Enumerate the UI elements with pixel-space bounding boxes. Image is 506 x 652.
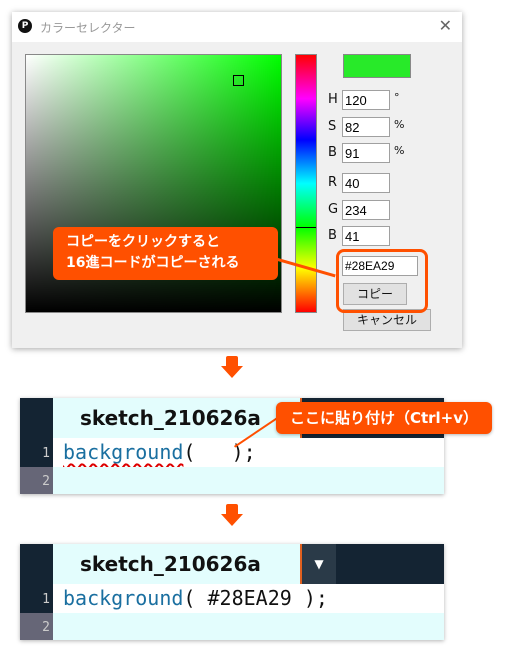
code-function: background <box>63 440 184 464</box>
hue-slider[interactable] <box>295 54 317 313</box>
code-line[interactable]: background( #28EA29 ); <box>53 584 444 613</box>
hue-input[interactable] <box>342 90 390 110</box>
code-args: ( #28EA29 ); <box>183 586 328 610</box>
hue-label: H <box>328 92 338 107</box>
line-number: 2 <box>42 474 50 489</box>
blue-input[interactable] <box>342 226 390 246</box>
red-label: R <box>328 175 338 190</box>
line-number: 1 <box>42 446 50 461</box>
code-args: ( ); <box>183 440 256 464</box>
editor-after: sketch_210626a ▼ 1 2 background( #28EA29… <box>20 544 444 640</box>
sketch-tab-label: sketch_210626a <box>80 406 261 430</box>
code-line[interactable]: background( ); <box>53 438 444 467</box>
line-number: 2 <box>42 620 50 635</box>
brightness-input[interactable] <box>342 143 390 163</box>
sketch-tab[interactable]: sketch_210626a <box>53 398 302 438</box>
brightness-label: B <box>328 145 337 160</box>
tab-menu-dropdown-icon[interactable]: ▼ <box>302 544 336 584</box>
color-preview-swatch <box>343 54 411 78</box>
paste-callout: ここに貼り付け（Ctrl+v） <box>276 402 492 434</box>
hue-slider-marker[interactable] <box>296 227 316 228</box>
sketch-tab-label: sketch_210626a <box>80 552 261 576</box>
green-label: G <box>328 202 339 217</box>
hex-highlight-box <box>336 249 428 313</box>
code-line[interactable] <box>53 467 444 494</box>
sketch-tab[interactable]: sketch_210626a <box>53 544 302 584</box>
color-selector-dialog: P カラーセレクター ✕ H ° S % B % R G B コピー キャンセル <box>12 12 462 348</box>
red-input[interactable] <box>342 173 390 193</box>
down-arrow-icon <box>221 504 243 528</box>
copy-callout: コピーをクリックすると 16進コードがコピーされる <box>53 227 278 280</box>
blue-label: B <box>328 228 337 243</box>
processing-logo-icon: P <box>18 19 32 33</box>
close-icon[interactable]: ✕ <box>439 16 452 35</box>
code-function: background <box>63 586 184 610</box>
line-number: 1 <box>42 592 50 607</box>
hue-unit: ° <box>394 91 400 104</box>
brightness-unit: % <box>394 144 405 157</box>
color-picker-cursor[interactable] <box>233 75 244 86</box>
dialog-title: カラーセレクター <box>40 21 136 35</box>
code-line[interactable] <box>53 613 444 640</box>
copy-callout-line1: コピーをクリックすると <box>66 234 220 250</box>
green-input[interactable] <box>342 200 390 220</box>
saturation-label: S <box>328 119 337 134</box>
saturation-input[interactable] <box>342 117 390 137</box>
title-bar: P カラーセレクター ✕ <box>12 12 462 42</box>
down-arrow-icon <box>221 356 243 380</box>
copy-callout-line2: 16進コードがコピーされる <box>66 255 240 271</box>
saturation-unit: % <box>394 118 405 131</box>
